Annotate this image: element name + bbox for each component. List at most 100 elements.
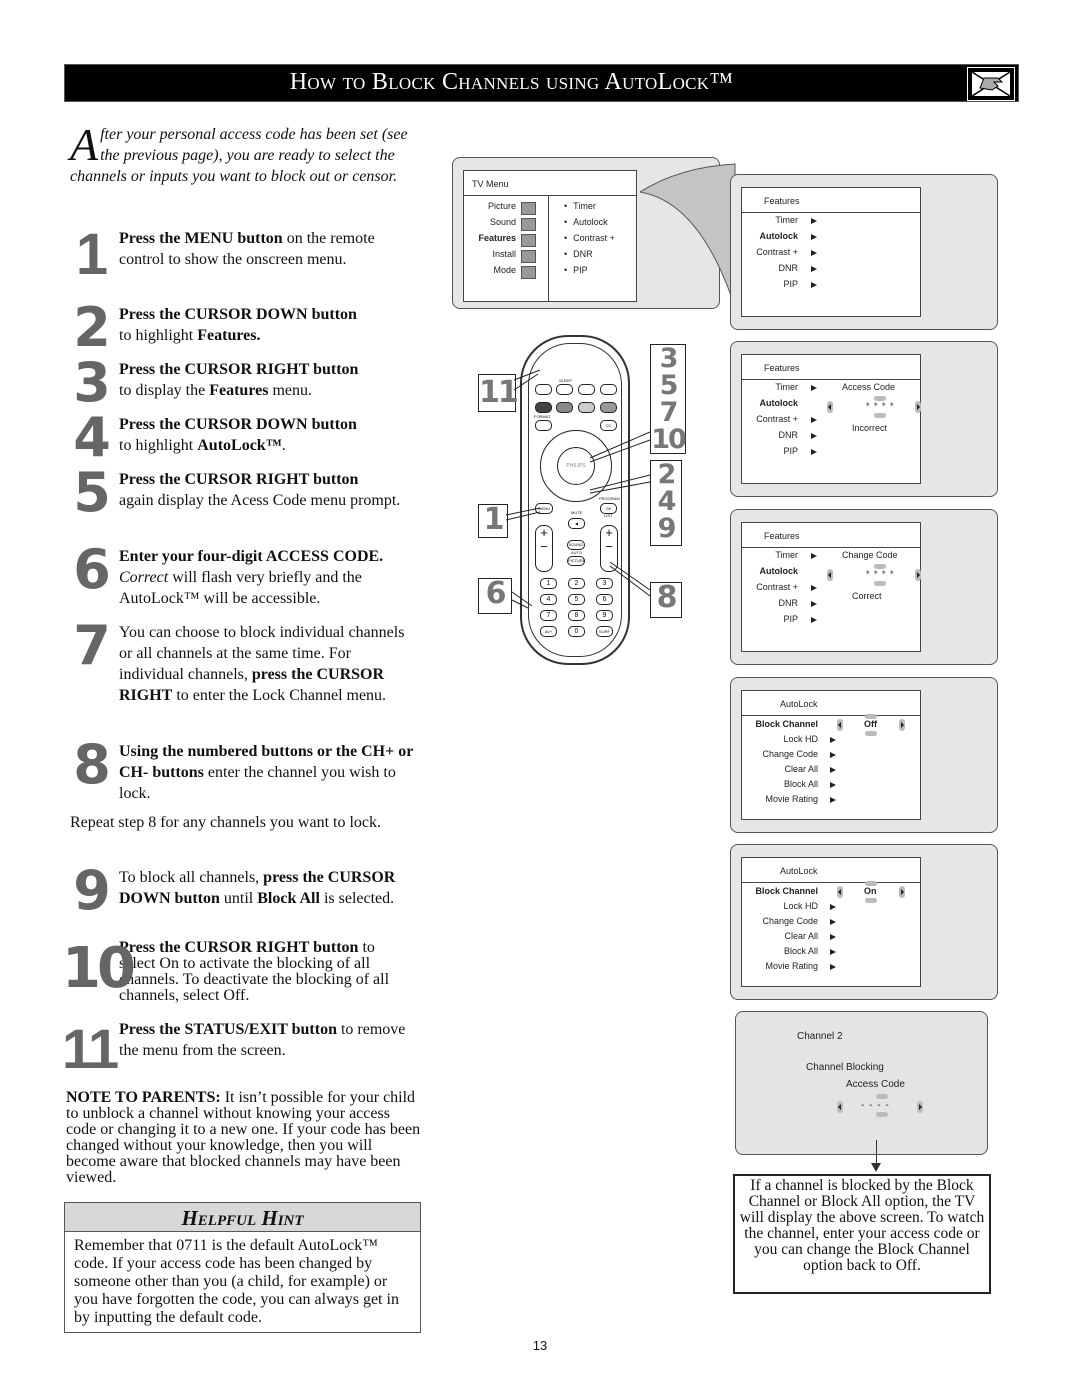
tv-menu-item[interactable]: Sound [464, 217, 544, 233]
color-button[interactable] [578, 402, 595, 413]
tv-submenu-item[interactable]: • Autolock [564, 217, 634, 233]
step-bold: Press the CURSOR RIGHT button [119, 471, 359, 488]
callout-6: 6 [478, 578, 512, 614]
prompt-label: Change Code [842, 550, 898, 560]
step-11: 11 Press the STATUS/EXIT button to remove… [62, 1019, 415, 1079]
right-triangle-icon [830, 919, 836, 925]
color-button[interactable] [535, 402, 552, 413]
menu-item-lock-hd[interactable]: Lock HD [783, 901, 818, 911]
menu-item-clear-all[interactable]: Clear All [784, 931, 818, 941]
step-number: 2 [73, 296, 111, 359]
menu-item-contrast-[interactable]: Contrast + [756, 582, 798, 592]
function-button[interactable] [600, 384, 617, 395]
right-triangle-icon [811, 250, 817, 256]
tv-menu-item[interactable]: Install [464, 249, 544, 265]
tv-submenu-item[interactable]: • Contrast + [564, 233, 634, 249]
right-triangle-icon [830, 752, 836, 758]
tv-menu-item[interactable]: Mode [464, 265, 544, 281]
step-3: 3 Press the CURSOR RIGHT button to displa… [70, 356, 415, 410]
step-7: 7 You can choose to block individual chan… [70, 619, 415, 706]
menu-item-pip[interactable]: PIP [783, 279, 798, 289]
volume-rocker[interactable]: + − [535, 525, 553, 572]
panel-title: Features [742, 188, 920, 213]
keypad-8[interactable]: 8 [568, 610, 585, 621]
step-text: until [219, 890, 258, 907]
menu-item-clear-all[interactable]: Clear All [784, 764, 818, 774]
tv-submenu-item[interactable]: • PIP [564, 265, 634, 281]
right-triangle-icon [811, 282, 817, 288]
sound-button[interactable]: SOUND [567, 540, 585, 550]
menu-item-pip[interactable]: PIP [783, 614, 798, 624]
menu-item-dnr[interactable]: DNR [779, 598, 799, 608]
menu-item-contrast-[interactable]: Contrast + [756, 247, 798, 257]
step-number: 9 [73, 859, 111, 922]
tv-submenu-item[interactable]: • Timer [564, 201, 634, 217]
intro-paragraph: After your personal access code has been… [70, 119, 410, 187]
format-button[interactable] [535, 420, 552, 431]
page-number: 13 [532, 1338, 548, 1353]
menu-item-block-channel[interactable]: Block Channel [755, 719, 818, 729]
menu-item-autolock[interactable]: Autolock [759, 398, 798, 408]
tv-menu-item[interactable]: Features [464, 233, 544, 249]
menu-item-dnr[interactable]: DNR [779, 430, 799, 440]
arrow-down-icon [871, 1163, 881, 1172]
mute-button[interactable]: ◀ [568, 518, 585, 529]
right-triangle-icon [811, 585, 817, 591]
keypad-3[interactable]: 3 [596, 578, 613, 589]
menu-item-autolock[interactable]: Autolock [759, 566, 798, 576]
keypad-4[interactable]: 4 [540, 594, 557, 605]
menu-item-change-code[interactable]: Change Code [762, 749, 818, 759]
step-text: again display the Acess Code menu prompt… [119, 492, 401, 509]
function-button[interactable] [535, 384, 552, 395]
menu-item-contrast-[interactable]: Contrast + [756, 414, 798, 424]
menu-item-lock-hd[interactable]: Lock HD [783, 734, 818, 744]
function-button[interactable] [578, 384, 595, 395]
av-button[interactable]: AV+ [540, 626, 557, 637]
tv-submenu-item[interactable]: • DNR [564, 249, 634, 265]
drop-cap: A [70, 119, 99, 170]
color-button[interactable] [600, 402, 617, 413]
keypad-2[interactable]: 2 [568, 578, 585, 589]
function-button[interactable] [556, 384, 573, 395]
bullet-icon: • [564, 233, 568, 243]
menu-item-autolock[interactable]: Autolock [759, 231, 798, 241]
menu-category-icon [521, 266, 536, 279]
menu-item-block-all[interactable]: Block All [784, 779, 818, 789]
keypad-9[interactable]: 9 [596, 610, 613, 621]
color-button[interactable] [556, 402, 573, 413]
left-arrow-icon [837, 1101, 843, 1113]
cc-button[interactable]: CC [600, 420, 617, 431]
tv-menu-item[interactable]: Picture [464, 201, 544, 217]
menu-item-change-code[interactable]: Change Code [762, 916, 818, 926]
menu-item-block-all[interactable]: Block All [784, 946, 818, 956]
menu-button[interactable]: MENU [535, 503, 553, 514]
menu-item-timer[interactable]: Timer [775, 215, 798, 225]
keypad-7[interactable]: 7 [540, 610, 557, 621]
menu-item-block-channel[interactable]: Block Channel [755, 886, 818, 896]
menu-item-movie-rating[interactable]: Movie Rating [765, 961, 818, 971]
keypad-1[interactable]: 1 [540, 578, 557, 589]
step-bold: AutoLock™ [197, 437, 282, 454]
picture-button[interactable]: PICTURE [567, 556, 586, 566]
ok-center-brand[interactable]: PHILIPS [557, 447, 595, 485]
step-bold: Press the MENU button [119, 230, 283, 247]
menu-item-timer[interactable]: Timer [775, 550, 798, 560]
code-entry[interactable]: * * * * [866, 401, 895, 411]
menu-item-dnr[interactable]: DNR [779, 263, 799, 273]
bullet-icon: • [564, 201, 568, 211]
menu-item-pip[interactable]: PIP [783, 446, 798, 456]
block-channel-value[interactable]: Off [864, 719, 877, 729]
block-channel-value[interactable]: On [864, 886, 877, 896]
code-entry[interactable]: * * * * [866, 569, 895, 579]
surf-button[interactable]: SURF [596, 626, 613, 637]
right-triangle-icon [830, 934, 836, 940]
menu-category-icon [521, 202, 536, 215]
menu-item-timer[interactable]: Timer [775, 382, 798, 392]
keypad-5[interactable]: 5 [568, 594, 585, 605]
hint-title: Helpful Hint [65, 1203, 420, 1232]
keypad-6[interactable]: 6 [596, 594, 613, 605]
menu-item-movie-rating[interactable]: Movie Rating [765, 794, 818, 804]
channel-rocker[interactable]: + − [600, 525, 618, 572]
right-triangle-icon [811, 617, 817, 623]
keypad-0[interactable]: 0 [568, 626, 585, 637]
